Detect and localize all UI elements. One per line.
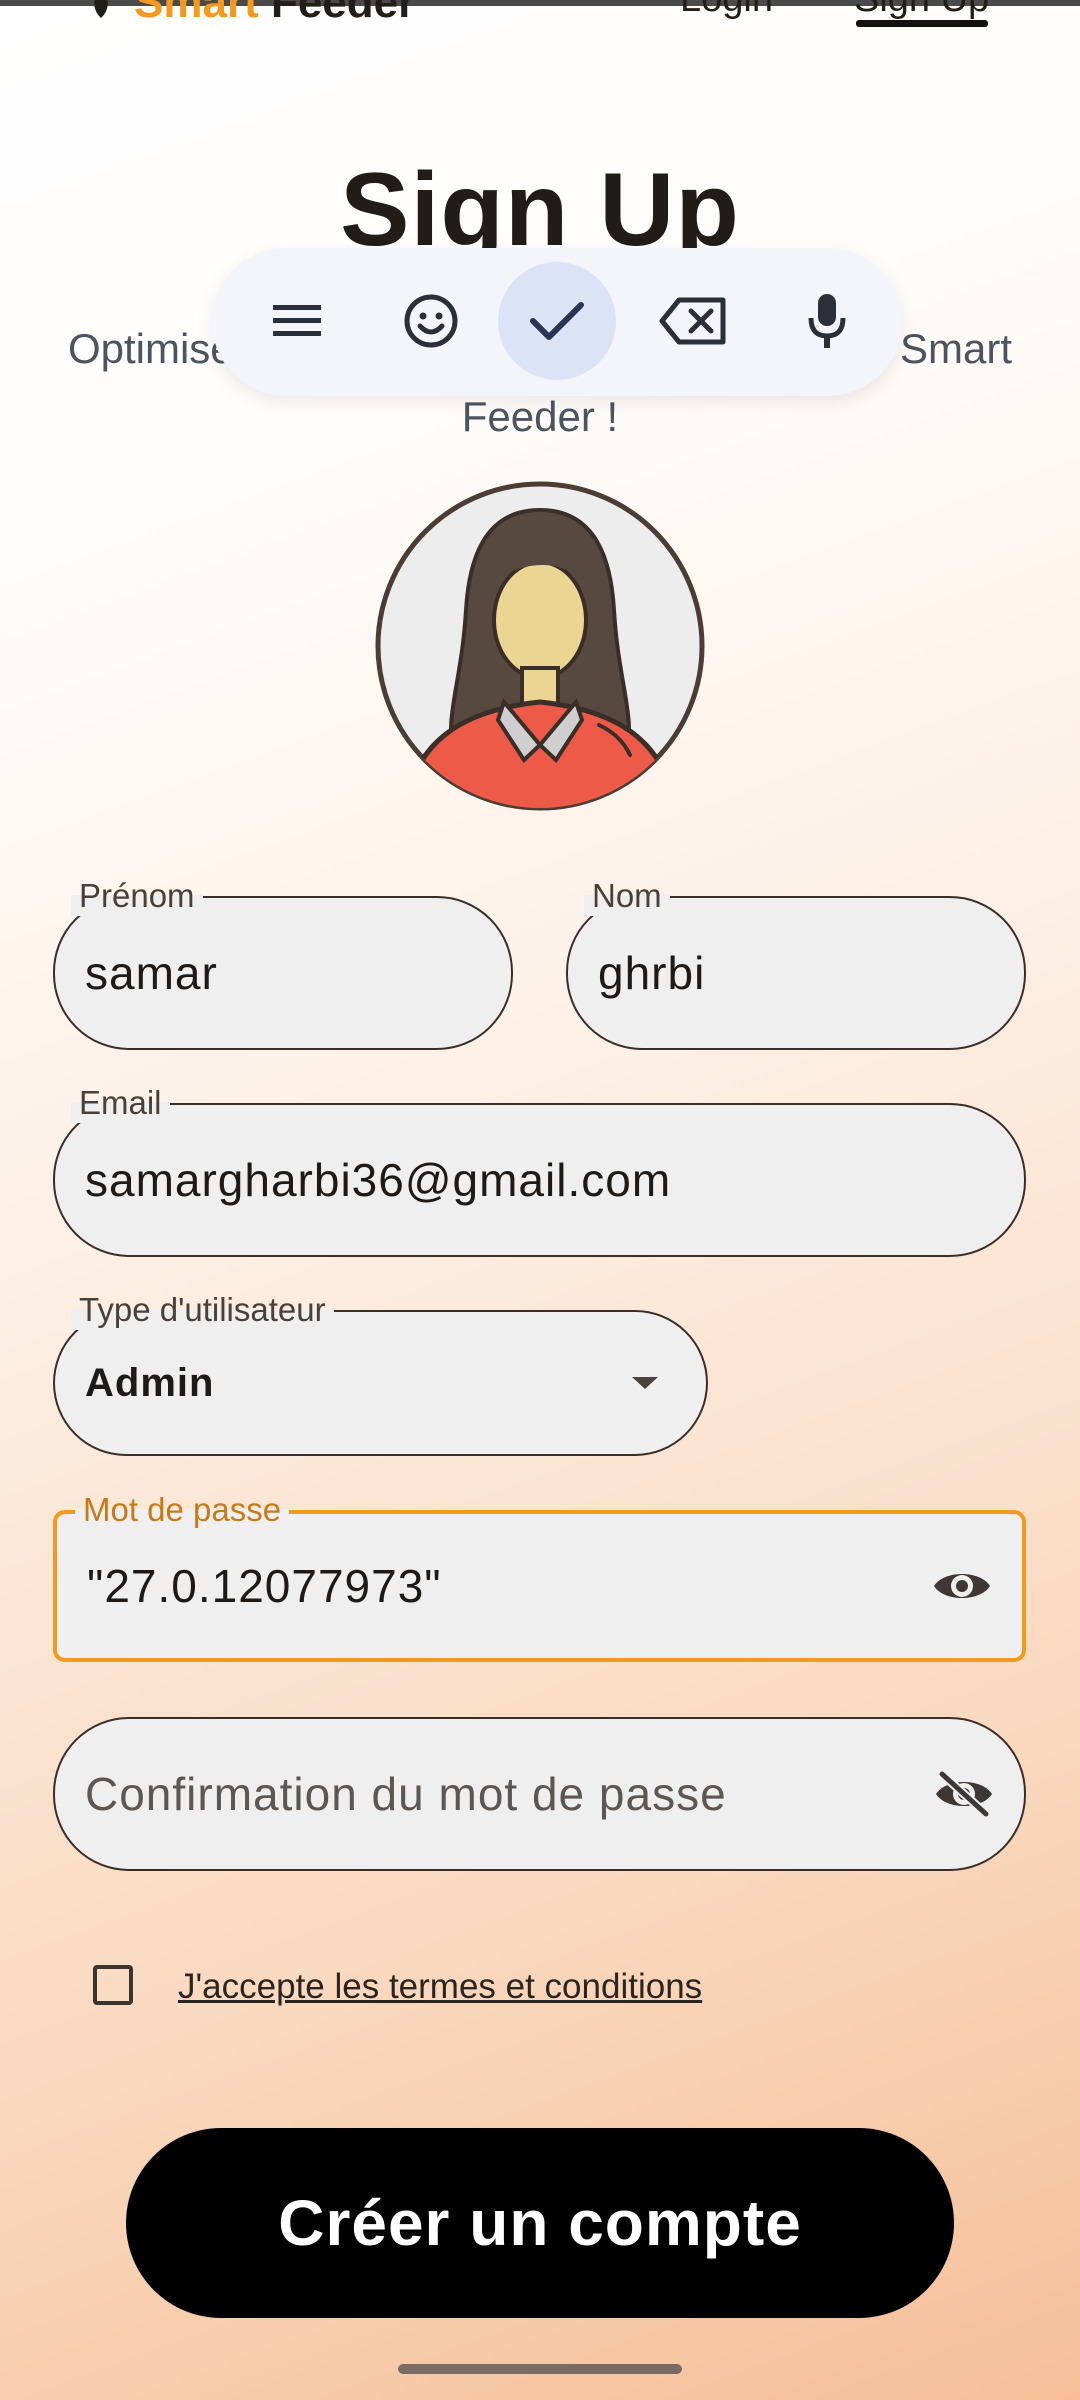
active-tab-indicator xyxy=(856,20,988,27)
user-type-select[interactable]: Type d'utilisateur Admin xyxy=(53,1290,708,1456)
menu-button[interactable] xyxy=(238,262,356,380)
nav-login-link[interactable]: Login xyxy=(680,0,773,21)
terms-checkbox[interactable] xyxy=(93,1965,133,2005)
microphone-icon xyxy=(808,294,846,348)
check-icon xyxy=(530,302,584,340)
done-button[interactable] xyxy=(498,262,616,380)
menu-icon xyxy=(273,305,321,336)
last-name-value: ghrbi xyxy=(598,947,706,999)
first-name-field[interactable]: Prénom samar xyxy=(53,876,513,1050)
email-field[interactable]: Email samargharbi36@gmail.com xyxy=(53,1083,1026,1257)
confirm-password-field[interactable]: Confirmation du mot de passe xyxy=(53,1717,1026,1871)
eye-icon xyxy=(934,1574,990,1598)
toggle-confirm-visibility-button[interactable] xyxy=(934,1719,994,1869)
confirm-password-placeholder: Confirmation du mot de passe xyxy=(85,1768,727,1820)
backspace-button[interactable] xyxy=(634,262,752,380)
leaf-icon xyxy=(94,0,108,18)
brand-name-part1: Smart xyxy=(134,0,259,27)
emoji-icon xyxy=(404,294,458,348)
backspace-icon xyxy=(659,297,726,345)
dropdown-arrow-icon xyxy=(630,1312,660,1454)
avatar[interactable] xyxy=(374,480,706,812)
eye-off-icon xyxy=(936,1770,992,1818)
email-value: samargharbi36@gmail.com xyxy=(85,1154,672,1206)
emoji-button[interactable] xyxy=(372,262,490,380)
voice-input-button[interactable] xyxy=(768,262,886,380)
password-field[interactable]: Mot de passe "27.0.12077973" xyxy=(53,1490,1026,1662)
keyboard-toolbar xyxy=(212,248,902,396)
terms-link[interactable]: J'accepte les termes et conditions xyxy=(178,1965,702,2009)
password-value: "27.0.12077973" xyxy=(87,1560,442,1612)
nav-signup-link[interactable]: Sign Up xyxy=(854,0,989,21)
home-indicator[interactable] xyxy=(398,2364,682,2374)
show-password-button[interactable] xyxy=(932,1514,992,1658)
app-header: Smart Feeder Login Sign Up xyxy=(0,0,1080,30)
user-type-value: Admin xyxy=(85,1360,215,1405)
first-name-value: samar xyxy=(85,947,218,999)
brand-logo[interactable]: Smart Feeder xyxy=(84,0,415,28)
create-account-button[interactable]: Créer un compte xyxy=(126,2128,954,2318)
brand-name-part2: Feeder xyxy=(270,0,416,27)
last-name-field[interactable]: Nom ghrbi xyxy=(566,876,1026,1050)
